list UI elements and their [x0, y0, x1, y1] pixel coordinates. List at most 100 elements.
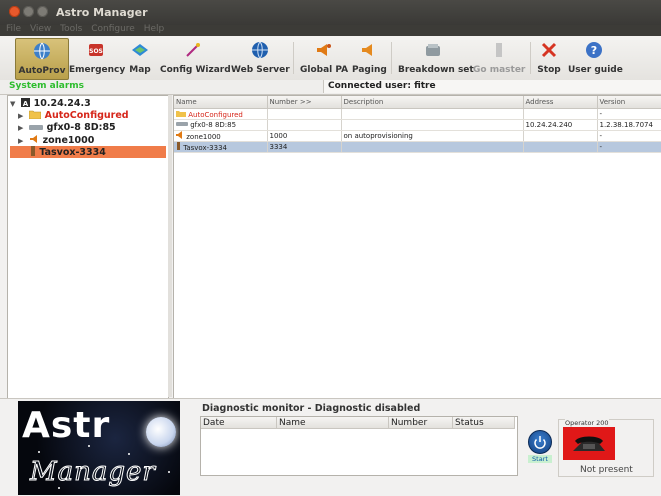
- menu-configure[interactable]: Configure: [91, 24, 135, 34]
- tree-item-label: Tasvox-3334: [39, 147, 106, 158]
- diagnostic-monitor: Diagnostic monitor - Diagnostic disabled…: [200, 401, 518, 493]
- maximize-window-button[interactable]: [37, 6, 48, 17]
- toolbar-separator: [293, 42, 294, 74]
- tree-item-label: zone1000: [42, 135, 95, 146]
- tree-item-autoconfigured[interactable]: ▶ AutoConfigured: [18, 110, 129, 122]
- cell-version: -: [597, 130, 661, 142]
- cell-description: [341, 141, 524, 153]
- column-header-version[interactable]: Version: [597, 96, 661, 109]
- astro-manager-logo: Astr Manager: [18, 401, 180, 495]
- server-icon: A: [21, 98, 31, 108]
- column-header-description[interactable]: Description: [341, 96, 524, 109]
- device-icon: [31, 146, 35, 156]
- folder-icon: [29, 110, 42, 120]
- speaker-icon: [362, 44, 372, 56]
- table-row[interactable]: AutoConfigured -: [174, 108, 661, 120]
- table-row[interactable]: gfx0-8 8D:85 10.24.24.240 1.2.38.18.7074: [174, 119, 661, 131]
- cell-number: 3334: [267, 141, 342, 153]
- column-header-address[interactable]: Address: [523, 96, 598, 109]
- diag-column-name[interactable]: Name: [277, 417, 389, 429]
- master-icon: [496, 43, 502, 57]
- breakdown-set-button[interactable]: Breakdown set: [398, 38, 474, 78]
- tree-item-tasvox[interactable]: Tasvox-3334: [10, 146, 166, 158]
- emergency-button[interactable]: SOS Emergency: [69, 38, 125, 78]
- folder-icon: [176, 110, 186, 117]
- expand-arrow-icon[interactable]: ▶: [18, 110, 26, 122]
- menu-help[interactable]: Help: [144, 24, 165, 34]
- device-tree[interactable]: ▼ A 10.24.24.3 ▶ AutoConfigured ▶ gfx0-8…: [7, 95, 169, 399]
- cell-address: 10.24.24.240: [523, 119, 598, 131]
- cell-name: Tasvox-3334: [183, 144, 227, 152]
- phone-set-icon: [426, 44, 440, 56]
- diagnostic-title: Diagnostic monitor - Diagnostic disabled: [202, 403, 421, 414]
- table-row-selected[interactable]: Tasvox-3334 3334 -: [174, 141, 661, 153]
- logo-text-manager: Manager: [30, 457, 156, 488]
- toolbar-separator: [391, 42, 392, 74]
- cell-version: -: [597, 141, 661, 153]
- column-header-number[interactable]: Number >>: [267, 96, 342, 109]
- status-row: System alarms Connected user: fitre: [0, 80, 661, 95]
- toolbar-separator: [530, 42, 531, 74]
- device-table[interactable]: Name Number >> Description Address Versi…: [173, 95, 661, 399]
- table-row[interactable]: zone1000 1000 on autoprovisioning -: [174, 130, 661, 142]
- diagnostic-table[interactable]: Date Name Number Status: [200, 416, 518, 476]
- cell-address: [523, 141, 598, 153]
- moon-icon: [146, 417, 176, 447]
- system-alarms-label[interactable]: System alarms: [9, 81, 84, 91]
- paging-button[interactable]: Paging: [352, 38, 387, 78]
- web-server-button[interactable]: Web Server: [231, 38, 290, 78]
- cell-address: [523, 108, 598, 120]
- device-icon: [177, 142, 180, 150]
- tree-item-zone1000[interactable]: ▶ zone1000: [18, 134, 94, 146]
- globe-icon: [34, 42, 50, 60]
- global-pa-button[interactable]: Global PA: [300, 38, 348, 78]
- user-guide-button[interactable]: ? User guide: [568, 38, 623, 78]
- map-button[interactable]: Map: [127, 38, 153, 78]
- menu-tools[interactable]: Tools: [60, 24, 82, 34]
- splitter[interactable]: [168, 95, 172, 397]
- column-header-name[interactable]: Name: [174, 96, 268, 109]
- close-window-button[interactable]: [9, 6, 20, 17]
- help-icon: ?: [586, 42, 602, 58]
- operator-panel: Operator 200 Not present: [558, 419, 654, 477]
- stop-button[interactable]: Stop: [536, 38, 562, 78]
- collapse-arrow-icon[interactable]: ▼: [10, 98, 18, 110]
- speaker-icon: [176, 131, 182, 139]
- close-icon: [541, 42, 557, 58]
- start-label: Start: [528, 455, 552, 463]
- cell-name: zone1000: [186, 133, 221, 141]
- tree-root-label: 10.24.24.3: [33, 98, 91, 109]
- cell-address: [523, 130, 598, 142]
- globe-icon: [251, 41, 268, 59]
- go-master-button[interactable]: Go master: [473, 38, 525, 78]
- window-title: Astro Manager: [56, 6, 148, 19]
- operator-title: Operator 200: [565, 419, 609, 427]
- gateway-icon: [29, 125, 44, 130]
- menu-file[interactable]: File: [6, 24, 21, 34]
- tree-item-gfx[interactable]: ▶ gfx0-8 8D:85: [18, 122, 116, 134]
- cell-version: -: [597, 108, 661, 120]
- autoprov-button[interactable]: AutoProv: [15, 38, 69, 80]
- cell-number: [267, 119, 342, 131]
- start-button[interactable]: Start: [528, 430, 552, 466]
- expand-arrow-icon[interactable]: ▶: [18, 122, 26, 134]
- svg-text:SOS: SOS: [89, 48, 103, 55]
- phone-icon: [563, 427, 615, 460]
- diag-column-status[interactable]: Status: [453, 417, 515, 429]
- gateway-icon: [176, 122, 188, 126]
- menu-bar: File View Tools Configure Help: [0, 24, 661, 36]
- diag-column-date[interactable]: Date: [201, 417, 277, 429]
- speaker-icon: [317, 44, 331, 56]
- svg-text:A: A: [23, 100, 29, 107]
- sos-icon: SOS: [89, 44, 103, 56]
- logo-text-astro: Astr: [22, 405, 111, 446]
- cell-name: gfx0-8 8D:85: [190, 121, 237, 129]
- diag-column-number[interactable]: Number: [389, 417, 453, 429]
- config-wizard-button[interactable]: Config Wizard: [160, 38, 231, 78]
- menu-view[interactable]: View: [30, 24, 51, 34]
- operator-status: Not present: [580, 465, 633, 475]
- tree-item-label: gfx0-8 8D:85: [46, 122, 116, 133]
- speaker-icon: [30, 135, 38, 143]
- tree-root[interactable]: ▼ A 10.24.24.3: [10, 98, 91, 110]
- minimize-window-button[interactable]: [23, 6, 34, 17]
